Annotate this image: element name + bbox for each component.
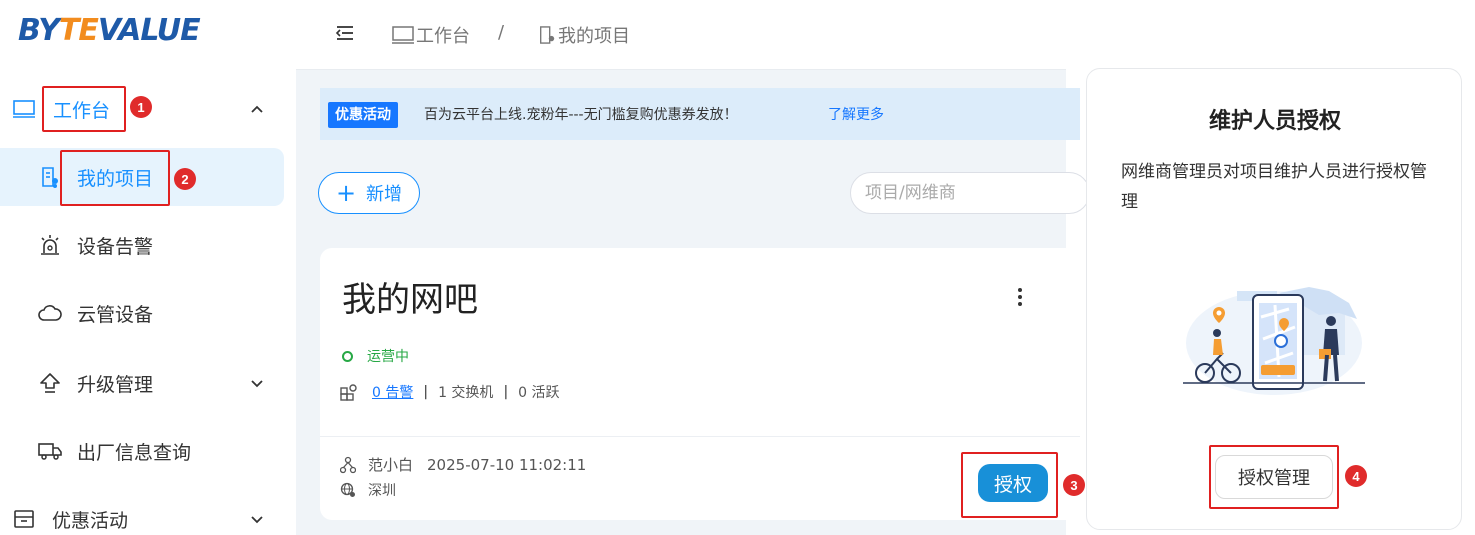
project-status: 运营中 (342, 346, 409, 366)
breadcrumb-label: 我的项目 (558, 26, 630, 47)
device-grid-icon (340, 384, 357, 401)
monitor-icon (392, 26, 414, 44)
annotation-box-3 (961, 452, 1058, 518)
annotation-step-4: 4 (1345, 465, 1367, 487)
annotation-box-2 (60, 150, 170, 206)
sidebar-item-label: 升级管理 (77, 373, 154, 396)
sidebar-item-device-alarms[interactable]: 设备告警 (0, 216, 284, 274)
monitor-icon (12, 97, 36, 121)
alarm-light-icon (38, 233, 62, 257)
chevron-up-icon[interactable] (246, 98, 268, 120)
location-text: 深圳 (368, 483, 396, 499)
active-count: 0 活跃 (518, 385, 560, 401)
plus-icon: + (335, 179, 357, 207)
breadcrumb-label: 工作台 (416, 26, 470, 47)
truck-icon (38, 439, 62, 463)
annotation-step-3: 3 (1063, 474, 1085, 496)
alarm-count-link[interactable]: 0 告警 (372, 382, 413, 402)
project-stats: 0 告警 | 1 交换机 | 0 活跃 (340, 382, 560, 402)
annotation-step-1: 1 (130, 96, 152, 118)
breadcrumb-item-my-projects: 我的项目 (538, 22, 630, 48)
status-dot-icon (342, 350, 353, 362)
menu-collapse-icon[interactable] (334, 22, 356, 44)
popover-title: 维护人员授权 (1208, 109, 1341, 134)
promo-learn-more-link[interactable]: 了解更多 (828, 104, 884, 124)
owner-name: 范小白 (368, 456, 414, 474)
top-bar: 工作台 / 我的项目 (296, 0, 1066, 70)
sidebar-item-label: 设备告警 (77, 235, 154, 258)
annotation-box-4 (1209, 445, 1339, 509)
sidebar: BYTEVALUE 工作台 我的项目 设备告警 云管设备 升级管理 出厂信息查询… (0, 0, 296, 535)
card-divider (320, 436, 1080, 437)
status-text: 运营中 (367, 349, 409, 365)
stat-separator: | (503, 384, 509, 400)
add-button-label: 新增 (366, 184, 403, 205)
sidebar-item-upgrade-management[interactable]: 升级管理 (0, 354, 284, 412)
created-time: 2025-07-10 11:02:11 (427, 455, 587, 474)
search-box[interactable] (850, 172, 1090, 214)
org-tree-icon (340, 456, 356, 473)
sidebar-item-label: 出厂信息查询 (77, 441, 192, 464)
project-owner: 范小白 2025-07-10 11:02:11 (340, 454, 586, 475)
map-navigation-illustration (1183, 287, 1365, 395)
promo-text: 百为云平台上线.宠粉年---无门槛复购优惠券发放！ (424, 107, 738, 123)
store-icon (12, 507, 36, 531)
chevron-down-icon[interactable] (246, 508, 268, 530)
search-input[interactable] (865, 183, 1065, 203)
globe-pin-icon (340, 482, 355, 497)
annotation-box-1 (42, 86, 126, 132)
breadcrumb-item-workbench[interactable]: 工作台 (392, 22, 470, 48)
sidebar-item-promotions[interactable]: 优惠活动 (0, 490, 284, 535)
cloud-icon (38, 301, 62, 325)
sidebar-item-label: 云管设备 (77, 303, 154, 326)
more-vertical-icon[interactable] (1010, 284, 1030, 310)
switch-count: 1 交换机 (438, 385, 494, 401)
upgrade-arrow-icon (38, 371, 62, 395)
annotation-step-2: 2 (174, 168, 196, 190)
project-name: 我的网吧 (342, 280, 478, 320)
project-icon (540, 26, 555, 44)
promo-tag: 优惠活动 (328, 102, 398, 128)
main-content: 工作台 / 我的项目 优惠活动 百为云平台上线.宠粉年---无门槛复购优惠券发放… (296, 0, 1090, 535)
popover-description: 网维商管理员对项目维护人员进行授权管理 (1121, 162, 1427, 212)
stat-separator: | (423, 384, 429, 400)
breadcrumb-separator: / (498, 22, 505, 43)
sidebar-item-label: 优惠活动 (52, 509, 129, 532)
chevron-down-icon[interactable] (246, 372, 268, 394)
add-project-button[interactable]: + 新增 (318, 172, 420, 214)
promo-banner: 优惠活动 百为云平台上线.宠粉年---无门槛复购优惠券发放！ 了解更多 (320, 88, 1080, 140)
project-location: 深圳 (340, 480, 396, 500)
authorization-popover: 维护人员授权 网维商管理员对项目维护人员进行授权管理 授权管理 4 (1086, 68, 1462, 530)
project-icon (38, 165, 62, 189)
sidebar-item-cloud-devices[interactable]: 云管设备 (0, 284, 284, 342)
sidebar-item-factory-info[interactable]: 出厂信息查询 (0, 422, 284, 480)
brand-logo[interactable]: BYTEVALUE (18, 14, 201, 48)
